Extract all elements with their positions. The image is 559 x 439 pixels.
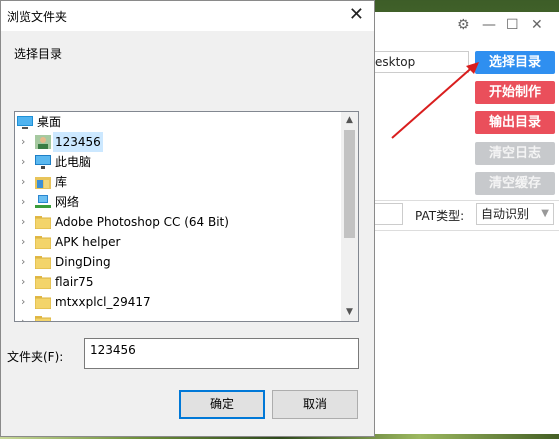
pat-type-select[interactable]: 自动识别 ▼ [476,203,554,225]
scroll-down-icon[interactable]: ▼ [341,304,358,321]
pat-type-value: 自动识别 [481,207,530,221]
folder-field-label: 文件夹(F): [7,350,64,364]
maximize-icon[interactable]: ☐ [506,18,519,32]
tree-item[interactable]: 桌面 [15,112,341,132]
chevron-right-icon[interactable]: › [21,192,31,212]
tree-item[interactable]: › Adobe Photoshop CC (64 Bit) [15,212,341,232]
tree-item[interactable]: › flair75 [15,272,341,292]
tree-item-partial: › [15,312,341,322]
clear-log-button[interactable]: 清空日志 [475,142,555,165]
close-icon[interactable]: ✕ [349,4,364,26]
chevron-right-icon: › [21,315,26,322]
tree-item[interactable]: › 此电脑 [15,152,341,172]
folder-tree[interactable]: 桌面 › 123456 › 此电脑 › 库 › 网络 › Adobe Photoshop CC (6… [14,111,359,322]
output-dir-button[interactable]: 输出目录 [475,111,555,134]
tree-item-label: flair75 [55,275,94,289]
chevron-right-icon[interactable]: › [21,172,31,192]
tree-item-label: 库 [55,175,68,189]
tree-item-label: mtxxplcl_29417 [55,295,151,309]
vertical-scrollbar[interactable]: ▲ ▼ [341,112,358,321]
chevron-down-icon: ▼ [541,208,549,219]
folder-icon [34,315,52,321]
chevron-right-icon[interactable]: › [21,272,31,292]
clear-cache-button[interactable]: 清空缓存 [475,172,555,195]
folder-icon [34,235,52,250]
user-icon [35,135,51,149]
chevron-right-icon[interactable]: › [21,212,31,232]
dialog-titlebar: 浏览文件夹 ✕ [1,1,374,31]
pat-type-label: PAT类型: [415,209,465,223]
browse-folder-dialog: 浏览文件夹 ✕ 选择目录 桌面 › 123456 › 此电脑 › 库 › 网络 › Adobe Ph… [0,0,375,437]
scrollbar-thumb[interactable] [344,130,355,238]
gear-icon[interactable]: ⚙ [457,18,470,32]
choose-dir-button[interactable]: 选择目录 [475,51,555,74]
cancel-button[interactable]: 取消 [272,390,358,419]
dialog-title: 浏览文件夹 [7,10,68,24]
ok-button[interactable]: 确定 [179,390,265,419]
folder-icon [34,295,52,310]
tree-item-label: 桌面 [37,115,62,129]
folder-field[interactable]: 123456 [84,338,359,369]
log-area[interactable] [375,230,559,431]
start-button[interactable]: 开始制作 [475,81,555,104]
tree-item[interactable]: › 网络 [15,192,341,212]
tree-item-label: DingDing [55,255,111,269]
small-input[interactable] [375,203,403,225]
chevron-right-icon[interactable]: › [21,232,31,252]
tree-item-label: Adobe Photoshop CC (64 Bit) [55,215,229,229]
tree-item-label: APK helper [55,235,121,249]
folder-icon [34,215,52,230]
chevron-right-icon[interactable]: › [21,132,31,152]
tree-item[interactable]: › mtxxplcl_29417 [15,292,341,312]
computer-icon [35,155,51,169]
tree-item-label: 网络 [55,195,80,209]
desktop-icon [17,115,33,129]
chevron-right-icon[interactable]: › [21,252,31,272]
library-icon [35,175,51,189]
tree-item-label: 此电脑 [55,155,92,169]
tree-item[interactable]: › APK helper [15,232,341,252]
tree-item[interactable]: › 123456 [15,132,341,152]
chevron-right-icon[interactable]: › [21,152,31,172]
tree-item[interactable]: › 库 [15,172,341,192]
chevron-right-icon[interactable]: › [21,292,31,312]
app-titlebar: ⚙ — ☐ ✕ [375,12,559,40]
tree-item-label: 123456 [53,132,103,152]
red-arrow-annotation [391,62,479,139]
network-icon [35,195,51,209]
dialog-instruction: 选择目录 [14,47,63,61]
tree-item[interactable]: › DingDing [15,252,341,272]
minimize-icon[interactable]: — [482,18,496,32]
folder-icon [34,255,52,270]
folder-icon [34,275,52,290]
scroll-up-icon[interactable]: ▲ [341,112,358,129]
divider [375,200,559,201]
close-icon[interactable]: ✕ [531,18,543,32]
